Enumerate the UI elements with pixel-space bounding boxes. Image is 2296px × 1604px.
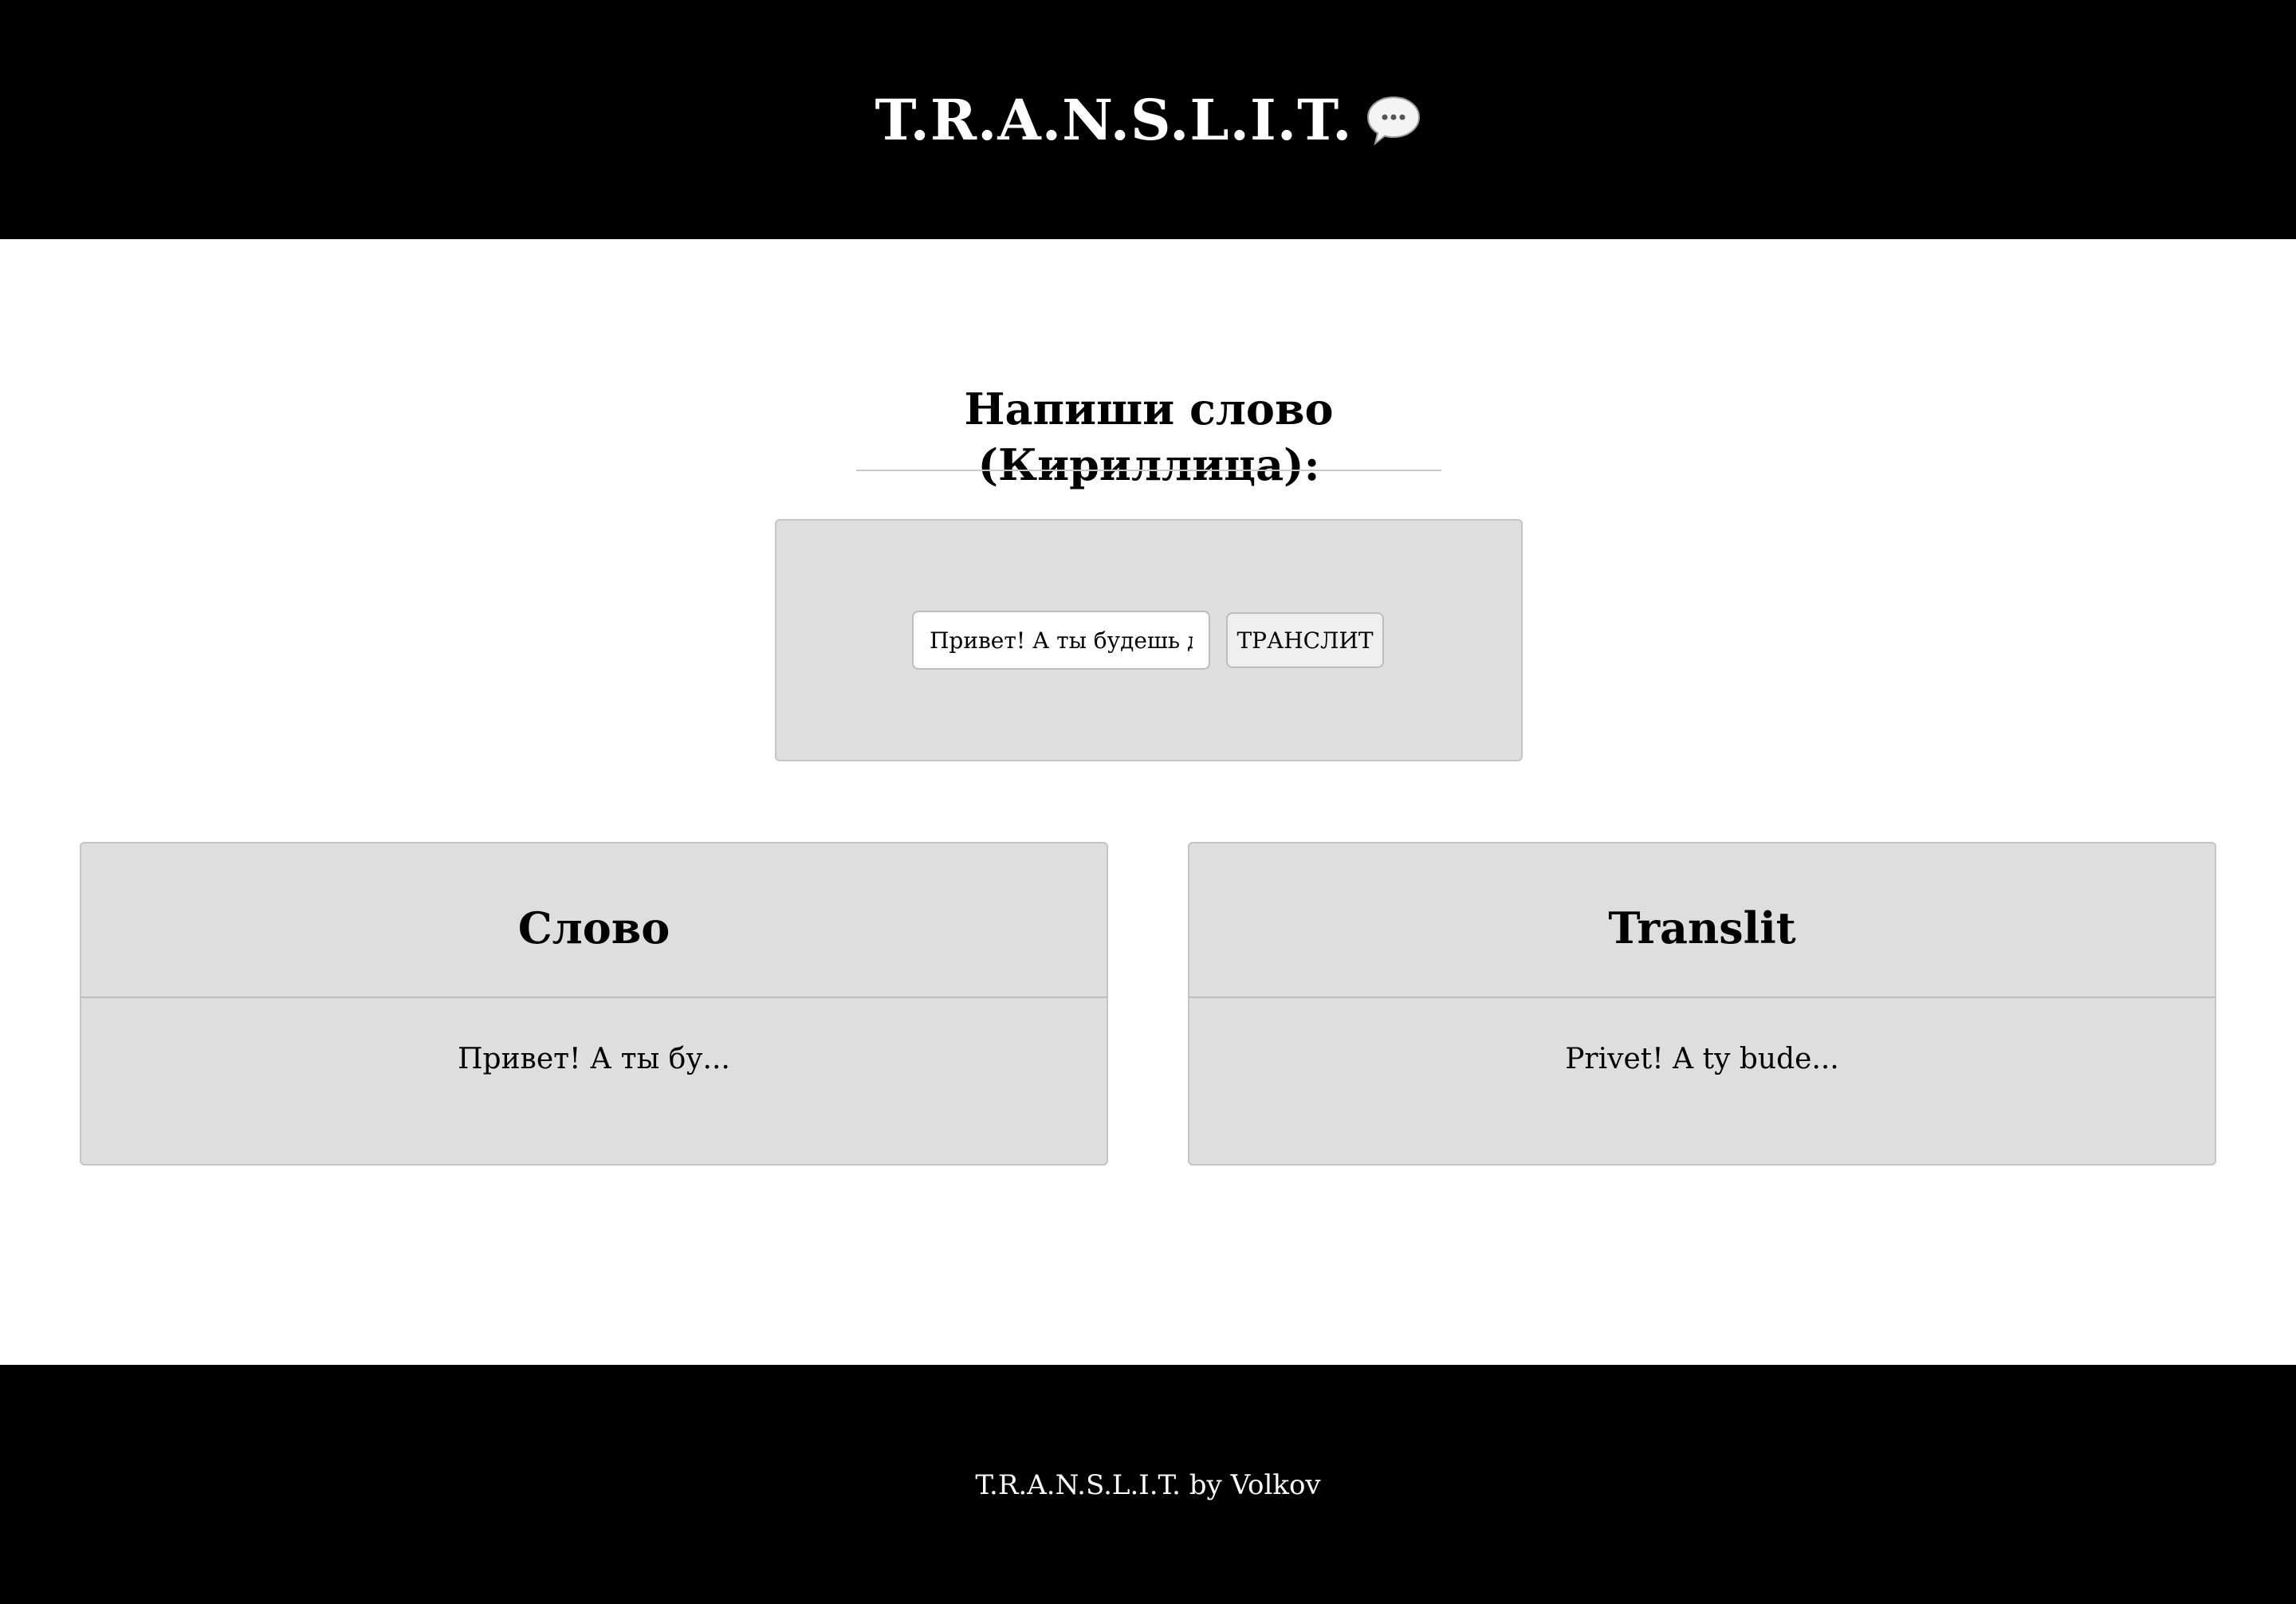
translit-button[interactable]: ТРАНСЛИТ — [1226, 612, 1384, 668]
speech-bubble-icon — [1366, 95, 1421, 146]
footer-bar: T.R.A.N.S.L.I.T. by Volkov — [0, 1365, 2296, 1604]
header-bar: T.R.A.N.S.L.I.T. — [0, 0, 2296, 239]
translit-card-value: Privet! A ty bude... — [1565, 1042, 1839, 1075]
word-card-title: Слово — [517, 902, 670, 953]
app-title: T.R.A.N.S.L.I.T. — [875, 87, 1353, 153]
heading-divider — [856, 470, 1441, 471]
translit-card-title: Translit — [1608, 902, 1796, 953]
translit-card: Translit Privet! A ty bude... — [1188, 842, 2216, 1166]
header-brand: T.R.A.N.S.L.I.T. — [875, 92, 1421, 148]
footer-text: T.R.A.N.S.L.I.T. by Volkov — [975, 1469, 1321, 1501]
word-card: Слово Привет! А ты бу... — [80, 842, 1108, 1166]
word-card-value: Привет! А ты бу... — [458, 1042, 730, 1075]
page-heading: Напиши слово (Кириллица): — [964, 383, 1334, 490]
word-input[interactable] — [912, 611, 1210, 670]
